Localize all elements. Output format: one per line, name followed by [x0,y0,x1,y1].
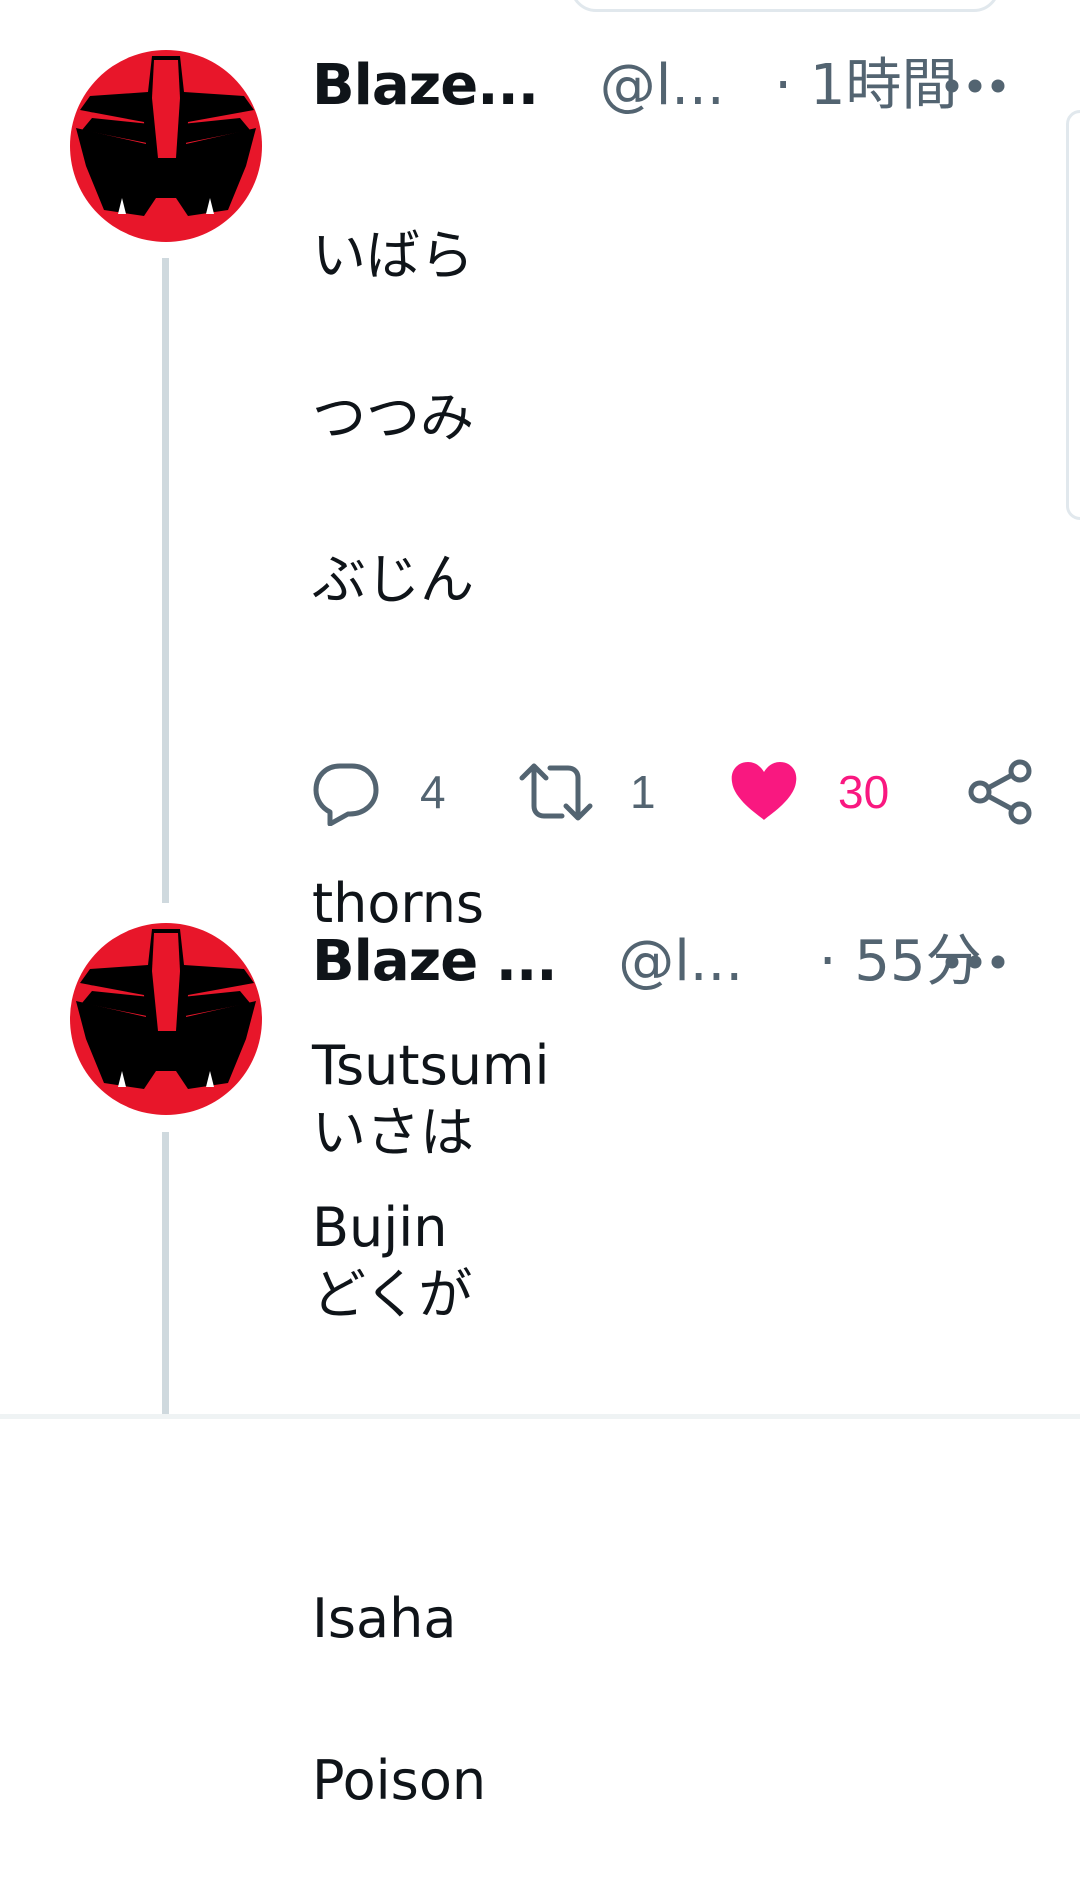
divider [0,1414,1080,1419]
reply-button[interactable]: 4 [312,752,446,832]
tweet-body: いさは どくが Isaha Poison [312,1011,1012,1902]
thread-connector-line [162,258,169,903]
like-count: 30 [838,766,890,818]
more-horizontal-icon[interactable] [944,76,1006,96]
like-button[interactable]: 30 [730,752,889,832]
reply-count: 4 [420,766,446,818]
tweet-text-line: いばら [312,224,474,287]
side-panel-edge [1066,110,1080,520]
search-bar-edge[interactable] [570,0,1000,12]
avatar-mask-icon [70,923,262,1115]
avatar[interactable] [68,48,264,244]
reply-bubble-icon [313,763,379,826]
thread-connector-line [162,1132,169,1419]
share-icon [968,759,1032,825]
tweet-text-line: Isaha [312,1587,457,1650]
retweet-icon [519,763,593,821]
retweet-button[interactable]: 1 [516,752,656,832]
tweet-text-line: Poison [312,1749,487,1812]
tweet-header: Blaze ... @l... · 55分 [312,932,982,992]
tweet-actions: 4 1 30 [312,752,1042,832]
avatar-mask-icon [70,50,262,242]
display-name[interactable]: Blaze... [312,53,539,118]
retweet-count: 1 [630,766,656,818]
timestamp[interactable]: · 1時間 [774,53,957,118]
heart-icon [731,762,797,820]
user-handle[interactable]: @l... [618,929,743,994]
tweet-text-line: ぶじん [312,548,474,611]
tweet-text-line: どくが [312,1263,473,1326]
user-handle[interactable]: @l... [600,53,725,118]
share-button[interactable] [968,752,1034,832]
tweet-text-line: つつみ [312,386,474,449]
tweet-text-line: いさは [312,1101,474,1164]
more-horizontal-icon[interactable] [944,952,1006,972]
avatar[interactable] [68,921,264,1117]
tweet-header: Blaze... @l... · 1時間 [312,56,958,116]
tweet-text-line [312,1416,1012,1497]
display-name[interactable]: Blaze ... [312,929,558,994]
